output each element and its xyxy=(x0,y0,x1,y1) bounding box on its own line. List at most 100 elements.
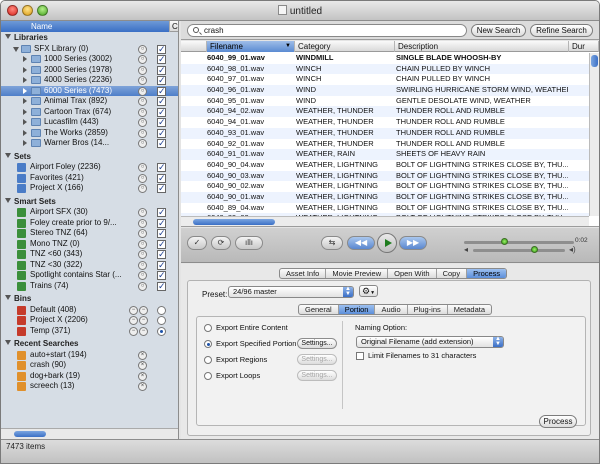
library-item[interactable]: The Works (2859) ○ xyxy=(1,128,178,138)
remove-icon[interactable]: − xyxy=(139,316,148,325)
search-scope-icon[interactable]: ○ xyxy=(138,239,147,249)
table-row[interactable]: 6040_95_01.wav WIND GENTLE DESOLATE WIND, … xyxy=(181,96,589,107)
include-checkbox[interactable] xyxy=(157,281,166,291)
include-checkbox[interactable] xyxy=(157,218,166,228)
search-scope-icon[interactable]: ○ xyxy=(138,118,147,127)
filename-column-header[interactable]: Filename ▼ xyxy=(207,41,295,52)
include-checkbox[interactable] xyxy=(157,249,166,260)
tab-movie-preview[interactable]: Movie Preview xyxy=(326,269,389,278)
search-scope-icon[interactable]: ○ xyxy=(138,139,147,148)
disclosure-triangle-icon[interactable] xyxy=(23,66,27,73)
include-checkbox[interactable] xyxy=(157,228,166,239)
disclosure-triangle-icon[interactable] xyxy=(23,87,27,94)
export-loops-radio[interactable] xyxy=(204,372,212,380)
section-libraries[interactable]: Libraries xyxy=(1,33,178,44)
recent-search-item[interactable]: crash (90) × xyxy=(1,360,178,371)
table-row[interactable]: 6040_99_01.wav WINDMILL SINGLE BLADE WHOOS… xyxy=(181,53,589,64)
include-checkbox[interactable] xyxy=(157,117,166,128)
bin-item[interactable]: Temp (371) − − xyxy=(1,326,178,337)
remove-icon[interactable]: − xyxy=(129,326,138,336)
playhead-knob[interactable] xyxy=(501,238,508,245)
tab-process[interactable]: Process xyxy=(467,269,507,278)
repeat-button[interactable]: ⇆ xyxy=(321,236,343,250)
set-item[interactable]: Project X (166) ○ xyxy=(1,183,178,194)
include-checkbox[interactable] xyxy=(157,162,166,173)
process-button[interactable]: Process xyxy=(539,415,577,428)
search-scope-icon[interactable]: ○ xyxy=(138,44,147,54)
smart-set-item[interactable]: Mono TNZ (0) ○ xyxy=(1,239,178,249)
set-item[interactable]: Airport Foley (2236) ○ xyxy=(1,162,178,173)
smart-set-item[interactable]: Foley create prior to 9/... ○ xyxy=(1,218,178,228)
include-checkbox[interactable] xyxy=(157,239,166,249)
description-column-header[interactable]: Description xyxy=(395,41,569,52)
smart-set-item[interactable]: TNZ <60 (343) ○ xyxy=(1,249,178,260)
disclosure-triangle-icon[interactable] xyxy=(5,340,11,345)
disclosure-triangle-icon[interactable] xyxy=(23,77,27,83)
search-scope-icon[interactable]: ○ xyxy=(138,163,147,172)
include-checkbox[interactable] xyxy=(157,138,166,149)
duration-column-header[interactable]: Dur xyxy=(569,41,599,52)
source-list-scrollbar[interactable] xyxy=(1,428,178,439)
tab-audio[interactable]: Audio xyxy=(375,305,408,314)
disclosure-triangle-icon[interactable] xyxy=(23,56,27,62)
volume-knob[interactable] xyxy=(531,246,538,253)
remove-icon[interactable]: − xyxy=(139,305,148,315)
table-row[interactable]: 6040_92_01.wav WEATHER, THUNDER THUNDER RO… xyxy=(181,139,589,150)
search-scope-icon[interactable]: ○ xyxy=(138,65,147,75)
disclosure-triangle-icon[interactable] xyxy=(23,108,27,115)
table-row[interactable]: 6040_94_01.wav WEATHER, THUNDER THUNDER RO… xyxy=(181,117,589,128)
table-row[interactable]: 6040_96_01.wav WIND SWIRLING HURRICANE STO… xyxy=(181,85,589,96)
clear-icon[interactable]: × xyxy=(138,350,147,360)
table-row[interactable]: 6040_90_03.wav WEATHER, LIGHTNING BOLT OF … xyxy=(181,170,589,182)
play-button[interactable] xyxy=(377,233,397,253)
search-scope-icon[interactable]: ○ xyxy=(138,271,147,280)
table-vertical-scrollbar[interactable] xyxy=(589,53,599,216)
table-row[interactable]: 6040_94_02.wav WEATHER, THUNDER THUNDER RO… xyxy=(181,106,589,118)
limit-filenames-checkbox[interactable] xyxy=(356,352,364,360)
tab-general[interactable]: General xyxy=(299,305,339,314)
include-checkbox[interactable] xyxy=(157,65,166,75)
mark-button[interactable]: ✓ xyxy=(187,236,207,250)
search-scope-icon[interactable]: ○ xyxy=(138,55,147,64)
include-checkbox[interactable] xyxy=(157,75,166,86)
new-search-button[interactable]: New Search xyxy=(471,24,526,37)
scrollbar-thumb[interactable] xyxy=(14,431,46,437)
library-item[interactable]: 4000 Series (2236) ○ xyxy=(1,75,178,86)
clear-icon[interactable]: × xyxy=(138,371,147,381)
library-item[interactable]: Animal Trax (892) ○ xyxy=(1,96,178,107)
refine-search-button[interactable]: Refine Search xyxy=(530,24,593,37)
disclosure-triangle-icon[interactable] xyxy=(23,140,27,146)
section-sets[interactable]: Sets xyxy=(1,152,178,163)
search-input[interactable]: crash xyxy=(187,24,467,37)
export-specified-radio[interactable] xyxy=(204,340,212,348)
section-recent-searches[interactable]: Recent Searches xyxy=(1,339,178,350)
search-scope-icon[interactable]: ○ xyxy=(138,208,147,217)
library-item[interactable]: SFX Library (0) ○ xyxy=(1,44,178,54)
smart-set-item[interactable]: Spotlight contains Star (... ○ xyxy=(1,270,178,281)
library-item[interactable]: 1000 Series (3002) ○ xyxy=(1,54,178,65)
include-checkbox[interactable] xyxy=(157,173,166,183)
library-item[interactable]: 2000 Series (1978) ○ xyxy=(1,65,178,75)
include-checkbox[interactable] xyxy=(157,96,166,107)
include-checkbox[interactable] xyxy=(157,107,166,117)
search-scope-icon[interactable]: ○ xyxy=(138,97,147,106)
include-checkbox[interactable] xyxy=(157,183,166,194)
section-smart-sets[interactable]: Smart Sets xyxy=(1,197,178,208)
search-scope-icon[interactable]: ○ xyxy=(138,107,147,117)
tab-copy[interactable]: Copy xyxy=(437,269,468,278)
library-item[interactable]: Warner Bros (14... ○ xyxy=(1,138,178,149)
playhead-slider[interactable] xyxy=(464,241,574,244)
disclosure-triangle-icon[interactable] xyxy=(5,152,11,158)
include-checkbox[interactable] xyxy=(157,44,166,54)
disclosure-triangle-icon[interactable] xyxy=(23,119,27,125)
include-checkbox[interactable] xyxy=(157,207,166,218)
export-entire-radio[interactable] xyxy=(204,324,212,332)
export-regions-radio[interactable] xyxy=(204,356,212,364)
c-column-header[interactable]: C xyxy=(169,21,178,32)
search-scope-icon[interactable]: ○ xyxy=(138,86,147,96)
search-scope-icon[interactable]: ○ xyxy=(138,250,147,259)
include-checkbox[interactable] xyxy=(157,86,166,96)
remove-icon[interactable]: − xyxy=(129,305,138,315)
smart-set-item[interactable]: TNZ <30 (322) ○ xyxy=(1,260,178,270)
disclosure-triangle-icon[interactable] xyxy=(5,197,11,203)
